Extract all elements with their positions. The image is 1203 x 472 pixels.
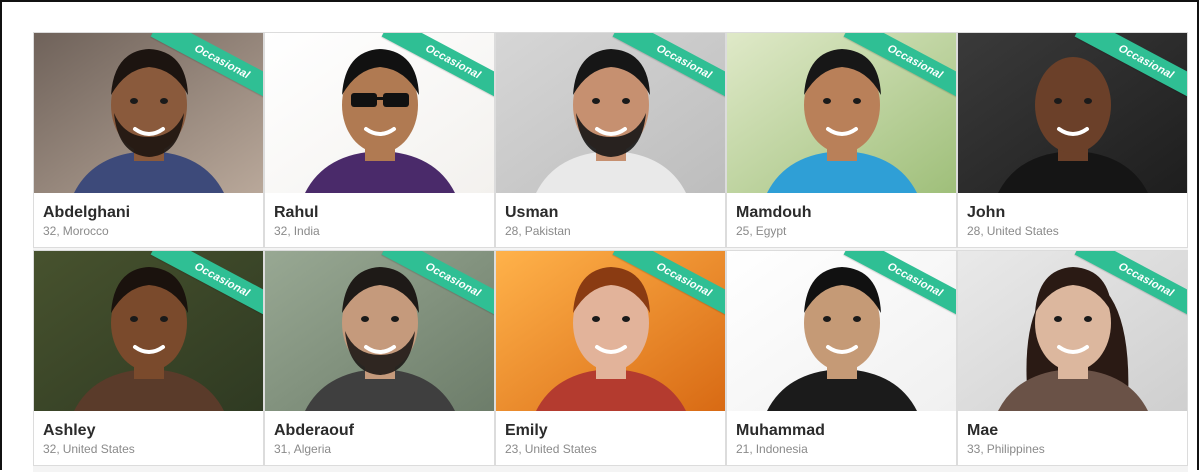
profile-age: 25 (736, 224, 750, 238)
profile-meta: 31, Algeria (274, 441, 488, 457)
profile-location: United States (524, 442, 597, 456)
profile-card[interactable]: Occasional Abderaouf 31, Algeria (264, 250, 495, 466)
profile-info: Rahul 32, India (274, 203, 488, 239)
profile-meta: 32, Morocco (43, 223, 257, 239)
profile-location: United States (62, 442, 135, 456)
profile-name[interactable]: Muhammad (736, 421, 950, 441)
profile-meta: 28, Pakistan (505, 223, 719, 239)
profile-age: 33 (967, 442, 981, 456)
profile-name[interactable]: Rahul (274, 203, 488, 223)
page-frame: Occasional Abdelghani 32, Morocco Occasional… (0, 0, 1199, 472)
profile-location: Morocco (62, 224, 109, 238)
meta-separator: , (56, 224, 60, 238)
profile-age: 28 (967, 224, 981, 238)
profile-meta: 32, United States (43, 441, 257, 457)
meta-separator: , (518, 224, 522, 238)
profile-meta: 32, India (274, 223, 488, 239)
profile-card[interactable]: Occasional Muhammad 21, Indonesia (726, 250, 957, 466)
profile-meta: 23, United States (505, 441, 719, 457)
profile-info: Emily 23, United States (505, 421, 719, 457)
profile-meta: 25, Egypt (736, 223, 950, 239)
profile-info: Abdelghani 32, Morocco (43, 203, 257, 239)
meta-separator: , (980, 442, 984, 456)
meta-separator: , (749, 442, 753, 456)
profile-meta: 21, Indonesia (736, 441, 950, 457)
meta-separator: , (749, 224, 753, 238)
profile-age: 32 (43, 224, 57, 238)
profile-name[interactable]: Usman (505, 203, 719, 223)
profile-location: Pakistan (524, 224, 571, 238)
meta-separator: , (287, 224, 291, 238)
profile-info: Mamdouh 25, Egypt (736, 203, 950, 239)
profile-card[interactable]: Occasional Rahul 32, India (264, 32, 495, 248)
profile-age: 28 (505, 224, 519, 238)
profile-name[interactable]: Mamdouh (736, 203, 950, 223)
profile-card[interactable]: Occasional Abdelghani 32, Morocco (33, 32, 264, 248)
profile-meta: 28, United States (967, 223, 1181, 239)
profile-name[interactable]: Abderaouf (274, 421, 488, 441)
profile-location: India (293, 224, 320, 238)
profile-card[interactable]: Occasional Ashley 32, United States (33, 250, 264, 466)
profile-meta: 33, Philippines (967, 441, 1181, 457)
profile-card[interactable]: Occasional Emily 23, United States (495, 250, 726, 466)
profile-location: Philippines (986, 442, 1045, 456)
profile-grid: Occasional Abdelghani 32, Morocco Occasional… (33, 32, 1188, 472)
meta-separator: , (980, 224, 984, 238)
profile-info: Ashley 32, United States (43, 421, 257, 457)
profile-name[interactable]: Abdelghani (43, 203, 257, 223)
profile-age: 21 (736, 442, 750, 456)
profile-name[interactable]: Mae (967, 421, 1181, 441)
profile-info: John 28, United States (967, 203, 1181, 239)
profile-location: Indonesia (755, 442, 808, 456)
profile-card[interactable]: Occasional John 28, United States (957, 32, 1188, 248)
profile-card[interactable]: Occasional Mamdouh 25, Egypt (726, 32, 957, 248)
profile-location: Algeria (293, 442, 332, 456)
profile-location: Egypt (755, 224, 787, 238)
profile-card[interactable]: Occasional Mae 33, Philippines (957, 250, 1188, 466)
profile-info: Usman 28, Pakistan (505, 203, 719, 239)
meta-separator: , (56, 442, 60, 456)
profile-name[interactable]: Emily (505, 421, 719, 441)
profile-card[interactable]: Occasional Usman 28, Pakistan (495, 32, 726, 248)
profile-age: 32 (43, 442, 57, 456)
profile-name[interactable]: John (967, 203, 1181, 223)
meta-separator: , (287, 442, 291, 456)
profile-info: Abderaouf 31, Algeria (274, 421, 488, 457)
meta-separator: , (518, 442, 522, 456)
profile-name[interactable]: Ashley (43, 421, 257, 441)
profile-age: 31 (274, 442, 288, 456)
profile-info: Mae 33, Philippines (967, 421, 1181, 457)
profile-location: United States (986, 224, 1059, 238)
profile-age: 23 (505, 442, 519, 456)
profile-info: Muhammad 21, Indonesia (736, 421, 950, 457)
profile-age: 32 (274, 224, 288, 238)
